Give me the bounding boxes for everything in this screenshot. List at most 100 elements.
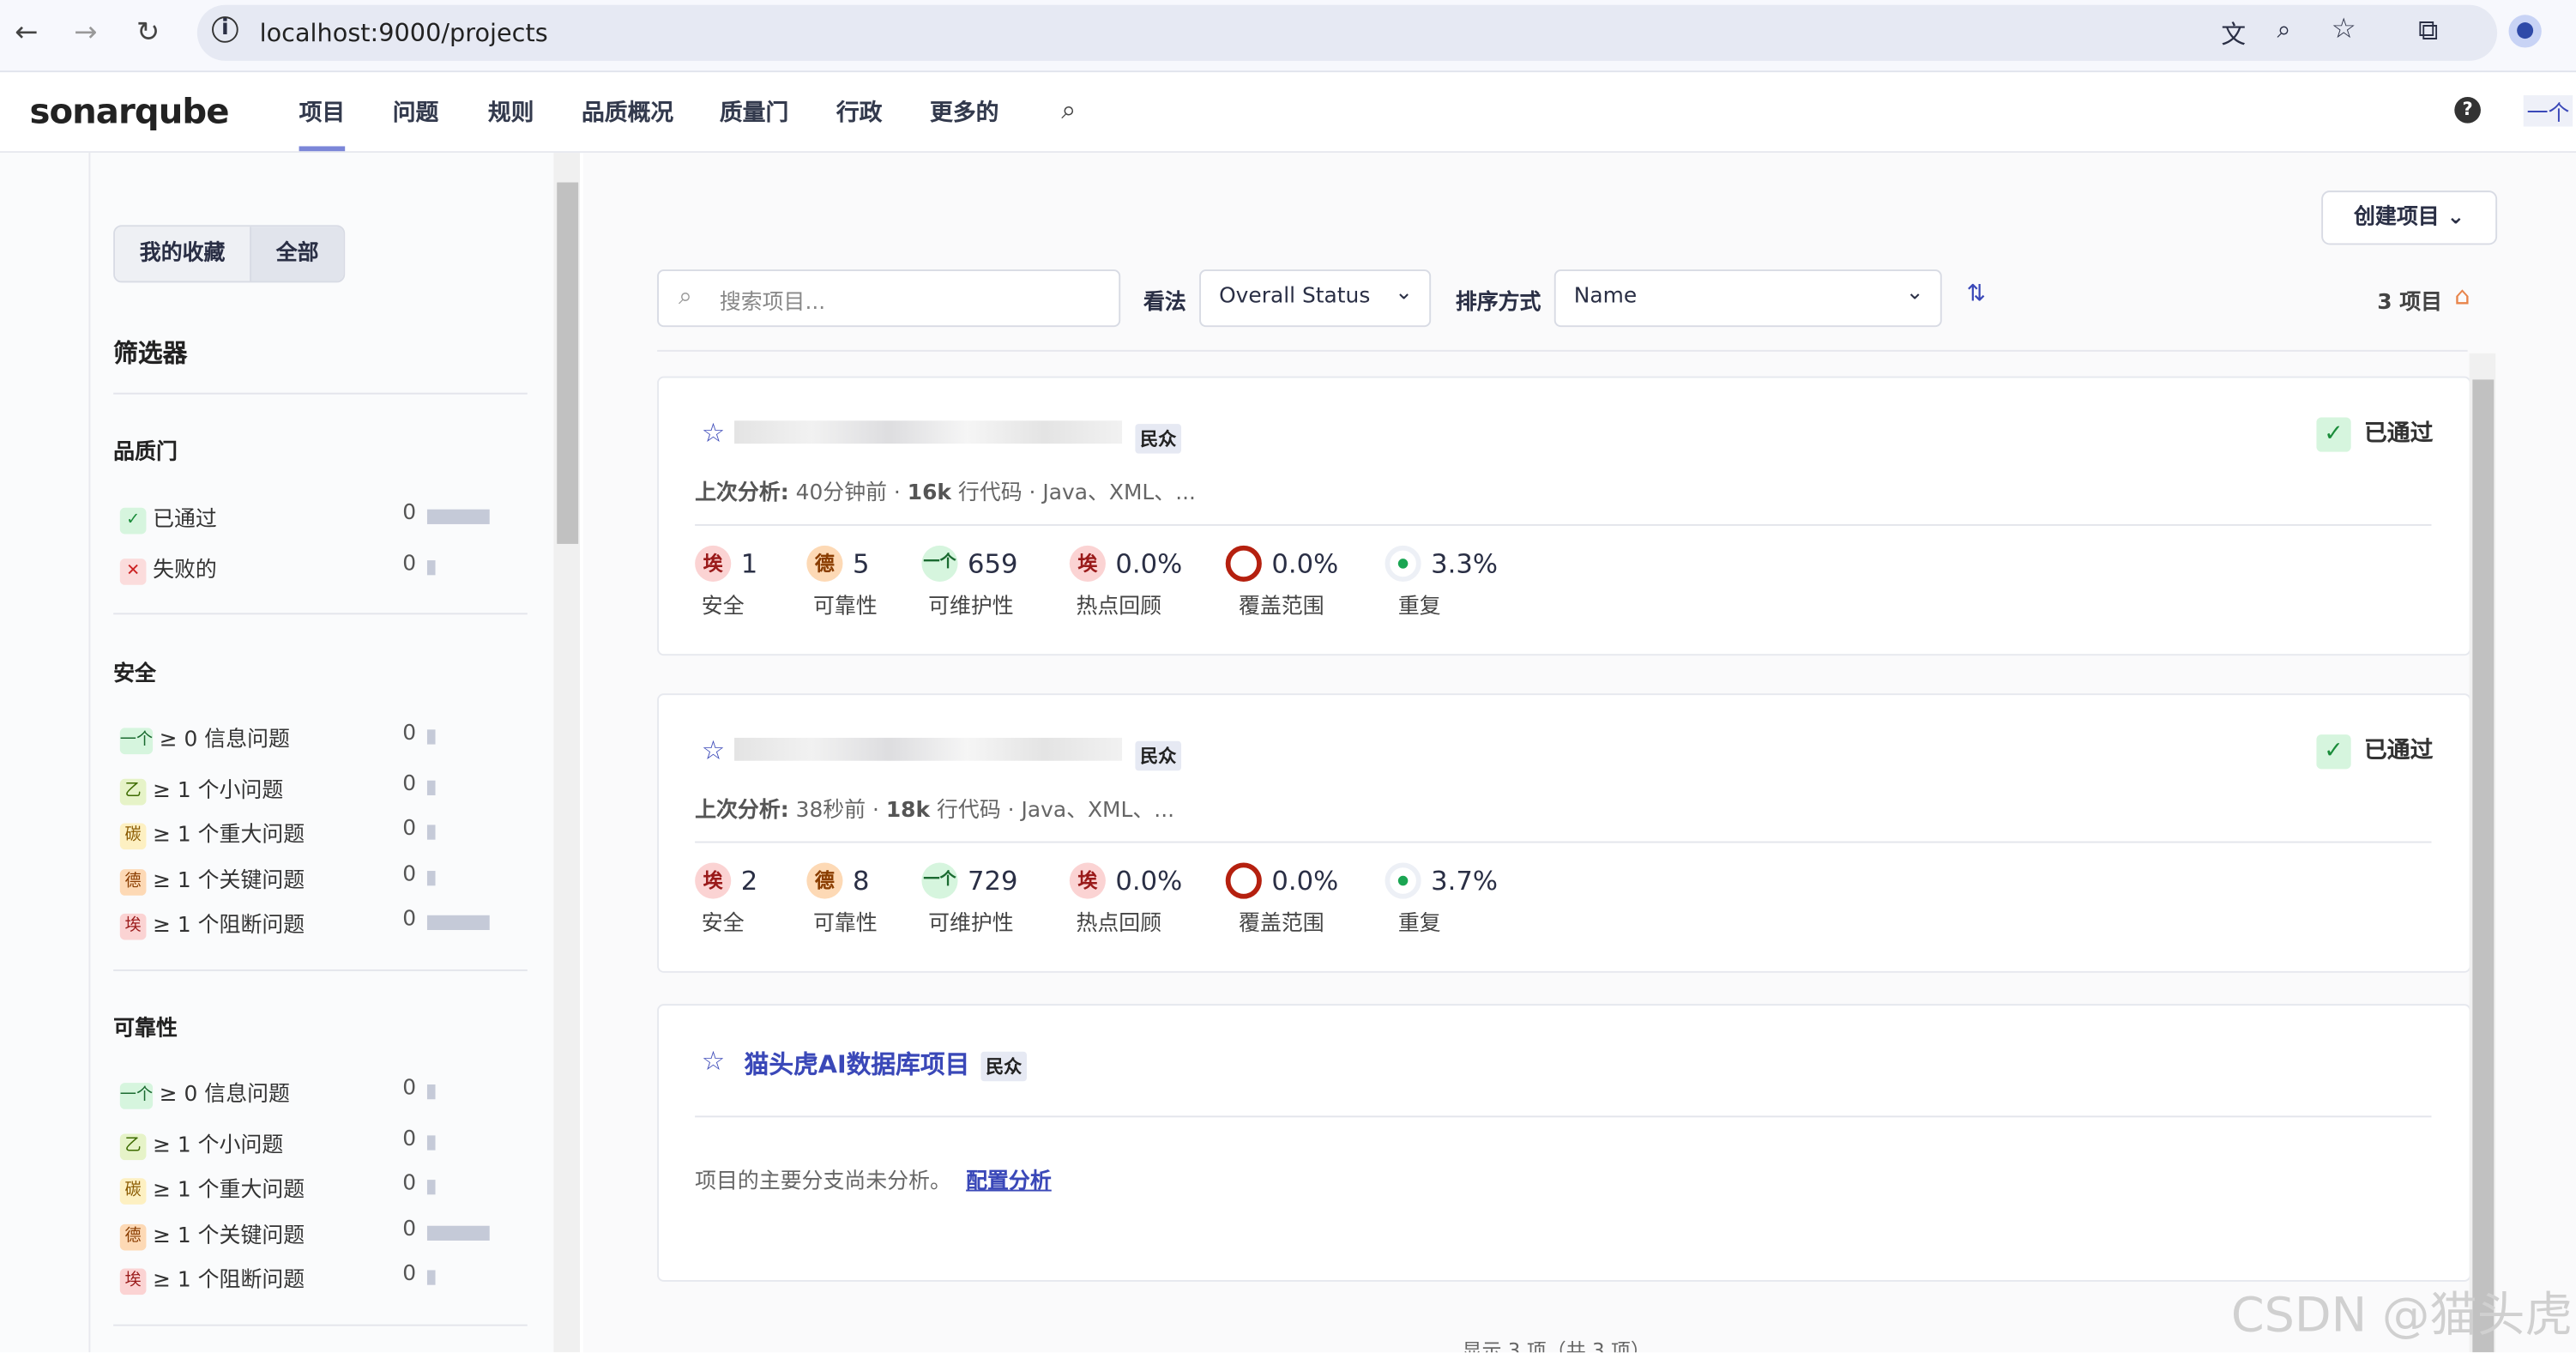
filter-bar: [427, 1084, 436, 1099]
divider: [113, 969, 528, 971]
filter-count: 0: [402, 862, 416, 887]
rating-badge: 埃: [120, 1268, 147, 1295]
filter-count: 0: [402, 772, 416, 797]
filter-count: 0: [402, 1172, 416, 1197]
rating-badge: 埃: [695, 862, 731, 898]
metric-1[interactable]: 德8可靠性: [806, 862, 869, 898]
metric-value: 729: [968, 865, 1018, 896]
url-text[interactable]: localhost:9000/projects: [260, 18, 548, 47]
project-card: ☆ 猫头虎AI数据库项目 民众 项目的主要分支尚未分析。 配置分析: [657, 1004, 2470, 1282]
metric-label: 热点回顾: [1076, 589, 1161, 619]
translate-icon[interactable]: 文: [2221, 16, 2246, 51]
bookmark-star-icon[interactable]: ☆: [2332, 13, 2356, 45]
create-project-button[interactable]: 创建项目 ⌄: [2321, 190, 2497, 245]
metric-2[interactable]: 一个729可维护性: [921, 862, 1017, 898]
metric-4[interactable]: 0.0%覆盖范围: [1226, 862, 1338, 898]
metric-5[interactable]: 3.3%重复: [1385, 546, 1498, 582]
metric-label: 安全: [702, 905, 745, 936]
languages: Java、XML、...: [1042, 481, 1196, 506]
metric-3[interactable]: 埃0.0%热点回顾: [1070, 862, 1182, 898]
favorite-star-icon[interactable]: ☆: [702, 1045, 725, 1076]
chevron-down-icon: ⌄: [1906, 281, 1924, 305]
sonarqube-logo[interactable]: sonarqube: [29, 92, 228, 131]
divider: [657, 350, 2468, 352]
filter-passed[interactable]: ✓已通过0: [120, 501, 498, 534]
filter-reliability-row[interactable]: 碳≥ 1 个重大问题0: [120, 1172, 498, 1205]
filter-bar: [427, 1270, 436, 1284]
help-icon[interactable]: ?: [2454, 97, 2481, 124]
filter-bar: [427, 824, 436, 839]
project-name-link[interactable]: 猫头虎AI数据库项目: [745, 1047, 970, 1081]
filter-bar: [427, 560, 436, 575]
filter-bar: [427, 1226, 490, 1241]
favorite-star-icon[interactable]: ☆: [702, 417, 725, 448]
languages: Java、XML、...: [1022, 799, 1175, 824]
filter-reliability-row[interactable]: 乙≥ 1 个小问题0: [120, 1127, 498, 1160]
extensions-icon[interactable]: ⧉: [2418, 15, 2438, 47]
filter-label: 已通过: [153, 508, 217, 533]
search-icon[interactable]: ⌕: [1061, 94, 1076, 126]
filter-reliability-row[interactable]: 德≥ 1 个关键问题0: [120, 1217, 498, 1250]
divider: [695, 1115, 2431, 1117]
metric-label: 安全: [702, 589, 745, 619]
filter-security-row[interactable]: 德≥ 1 个关键问题0: [120, 862, 498, 895]
metric-3[interactable]: 埃0.0%热点回顾: [1070, 546, 1182, 582]
search-projects-input[interactable]: ⌕ 搜索项目...: [657, 269, 1120, 327]
zoom-icon[interactable]: ⌕: [2277, 15, 2290, 44]
sort-select[interactable]: Name⌄: [1554, 269, 1942, 327]
filter-security-row[interactable]: 埃≥ 1 个阻断问题0: [120, 907, 498, 939]
reload-icon[interactable]: ↻: [136, 16, 160, 49]
filter-security-row[interactable]: 乙≥ 1 个小问题0: [120, 772, 498, 805]
watermark: CSDN @猫头虎: [2231, 1277, 2573, 1345]
rating-badge: 碳: [120, 823, 147, 849]
filter-bar: [427, 729, 436, 744]
projects-main: 创建项目 ⌄ ⌕ 搜索项目... 看法 Overall Status⌄ 排序方式…: [583, 153, 2576, 1352]
nav-more[interactable]: 更多的: [930, 95, 998, 128]
cross-icon: ✕: [120, 558, 147, 584]
main-scroll-thumb[interactable]: [2472, 379, 2494, 1352]
sidebar-scroll-thumb[interactable]: [557, 183, 578, 544]
project-name-link[interactable]: [734, 420, 1122, 444]
metric-value: 2: [741, 865, 758, 896]
toggle-all[interactable]: 全部: [250, 227, 343, 281]
metric-1[interactable]: 德5可靠性: [806, 546, 869, 582]
quality-gate-status: ✓已通过: [2316, 416, 2433, 452]
nav-rules[interactable]: 规则: [488, 95, 534, 128]
filter-reliability-row[interactable]: 一个≥ 0 信息问题0: [120, 1076, 498, 1108]
nav-quality-profiles[interactable]: 品质概况: [582, 95, 673, 128]
metric-4[interactable]: 0.0%覆盖范围: [1226, 546, 1338, 582]
filter-security-row[interactable]: 碳≥ 1 个重大问题0: [120, 817, 498, 849]
sort-direction-icon[interactable]: ⇅: [1966, 281, 1985, 307]
configure-analysis-link[interactable]: 配置分析: [966, 1163, 1052, 1194]
home-icon[interactable]: ⌂: [2454, 281, 2470, 310]
profile-icon[interactable]: ●: [2509, 15, 2542, 47]
project-name-link[interactable]: [734, 738, 1122, 761]
metric-2[interactable]: 一个659可维护性: [921, 546, 1017, 582]
metric-label: 重复: [1398, 905, 1441, 936]
filter-failed[interactable]: ✕失败的0: [120, 553, 498, 585]
rating-badge: 德: [120, 868, 147, 895]
site-info-icon[interactable]: i: [212, 16, 238, 43]
filter-reliability-row[interactable]: 埃≥ 1 个阻断问题0: [120, 1262, 498, 1295]
user-avatar[interactable]: 一个: [2524, 95, 2573, 126]
nav-issues[interactable]: 问题: [393, 95, 439, 128]
address-bar[interactable]: i localhost:9000/projects 文 ⌕ ☆: [197, 5, 2497, 61]
filter-label: ≥ 0 信息问题: [160, 1083, 290, 1108]
metric-value: 0.0%: [1115, 548, 1182, 579]
nav-quality-gates[interactable]: 质量门: [720, 95, 788, 128]
filter-security-row[interactable]: 一个≥ 0 信息问题0: [120, 722, 498, 754]
metric-5[interactable]: 3.7%重复: [1385, 862, 1498, 898]
pagination-footer: 显示 3 项（共 3 项）: [1463, 1336, 1650, 1352]
metric-value: 0.0%: [1271, 865, 1338, 896]
filter-label: 失败的: [153, 559, 217, 583]
back-icon[interactable]: ←: [15, 16, 38, 49]
rating-badge: 一个: [921, 862, 957, 898]
forward-icon[interactable]: →: [74, 16, 97, 49]
view-select[interactable]: Overall Status⌄: [1199, 269, 1431, 327]
favorite-star-icon[interactable]: ☆: [702, 734, 725, 765]
nav-projects[interactable]: 项目: [299, 95, 346, 128]
toggle-favorites[interactable]: 我的收藏: [115, 227, 250, 281]
metric-0[interactable]: 埃1安全: [695, 546, 757, 582]
metric-0[interactable]: 埃2安全: [695, 862, 757, 898]
nav-administration[interactable]: 行政: [836, 95, 883, 128]
